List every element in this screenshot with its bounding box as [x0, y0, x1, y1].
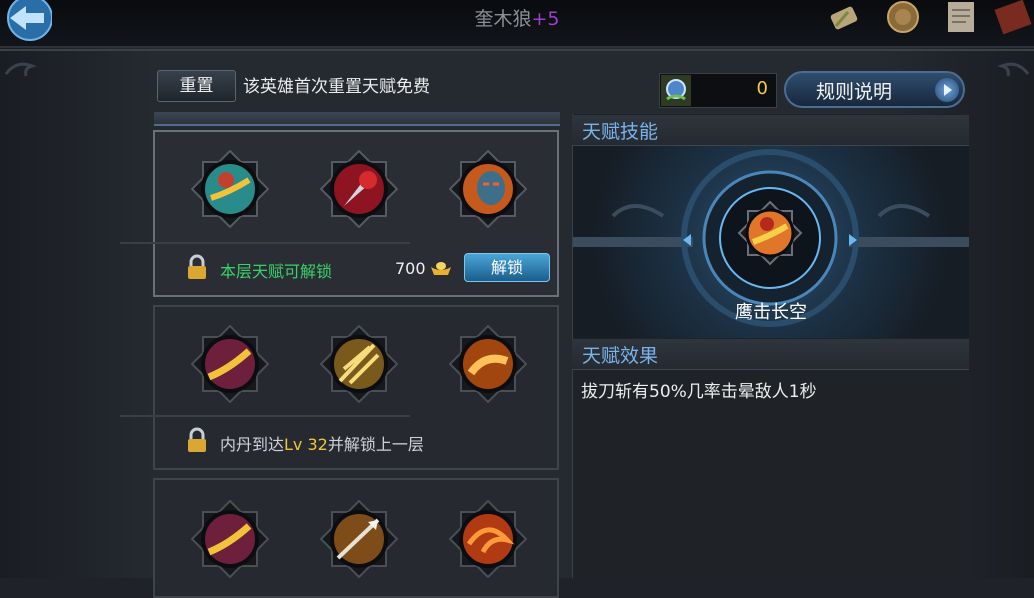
- hero-title: 奎木狼+5: [474, 8, 560, 30]
- berserker-face-skill-icon[interactable]: [449, 150, 527, 228]
- hero-plus-level: +5: [531, 8, 560, 30]
- talent-skill-name: 鹰击长空: [735, 302, 807, 323]
- padlock-icon: [188, 427, 206, 452]
- radiant-strike-skill-icon[interactable]: [320, 325, 398, 403]
- rules-label: 规则说明: [816, 81, 893, 103]
- gold-slash-skill-icon[interactable]: [191, 500, 269, 578]
- coin-medal-icon[interactable]: [884, 0, 922, 38]
- tier-divider: [120, 415, 410, 417]
- talent-effect-header: 天赋效果: [572, 339, 969, 370]
- scroll-icon[interactable]: [826, 0, 864, 38]
- reset-button[interactable]: 重置: [157, 70, 236, 102]
- reset-free-note: 该英雄首次重置天赋免费: [243, 77, 430, 97]
- padlock-icon: [188, 254, 206, 279]
- unlock-button[interactable]: 解锁: [464, 253, 550, 282]
- talent-token-icon: [661, 75, 691, 106]
- dragon-slash-skill-icon[interactable]: [191, 150, 269, 228]
- fire-strike-skill-icon[interactable]: [449, 325, 527, 403]
- spear-strike-skill-icon[interactable]: [320, 500, 398, 578]
- map-scroll-icon[interactable]: [942, 0, 980, 38]
- gold-slash-skill-icon[interactable]: [191, 325, 269, 403]
- book-icon[interactable]: [994, 0, 1032, 38]
- talent-skill-header: 天赋技能: [572, 115, 969, 146]
- list-top-edge: [154, 112, 560, 126]
- talent-effect-heading: 天赋效果: [582, 345, 659, 367]
- gold-ingot-icon: [431, 262, 451, 275]
- tier-divider: [120, 242, 410, 244]
- talent-skill-heading: 天赋技能: [582, 121, 659, 143]
- unlock-cost: 700: [395, 259, 426, 278]
- play-arrow-icon: [935, 78, 959, 102]
- tier-status: 本层天赋可解锁: [220, 262, 333, 281]
- crimson-blade-skill-icon[interactable]: [320, 150, 398, 228]
- tier-status: 内丹到达Lv 32并解锁上一层: [220, 435, 424, 454]
- top-bar: 奎木狼+5: [0, 0, 1034, 48]
- currency-value: 0: [756, 78, 768, 99]
- flame-swirl-skill-icon[interactable]: [449, 500, 527, 578]
- required-level: Lv 32: [284, 435, 328, 454]
- currency-box: 0: [659, 73, 777, 108]
- rules-button[interactable]: 规则说明: [784, 71, 965, 108]
- talent-effect-text: 拔刀斩有50%几率击晕敌人1秒: [581, 382, 817, 402]
